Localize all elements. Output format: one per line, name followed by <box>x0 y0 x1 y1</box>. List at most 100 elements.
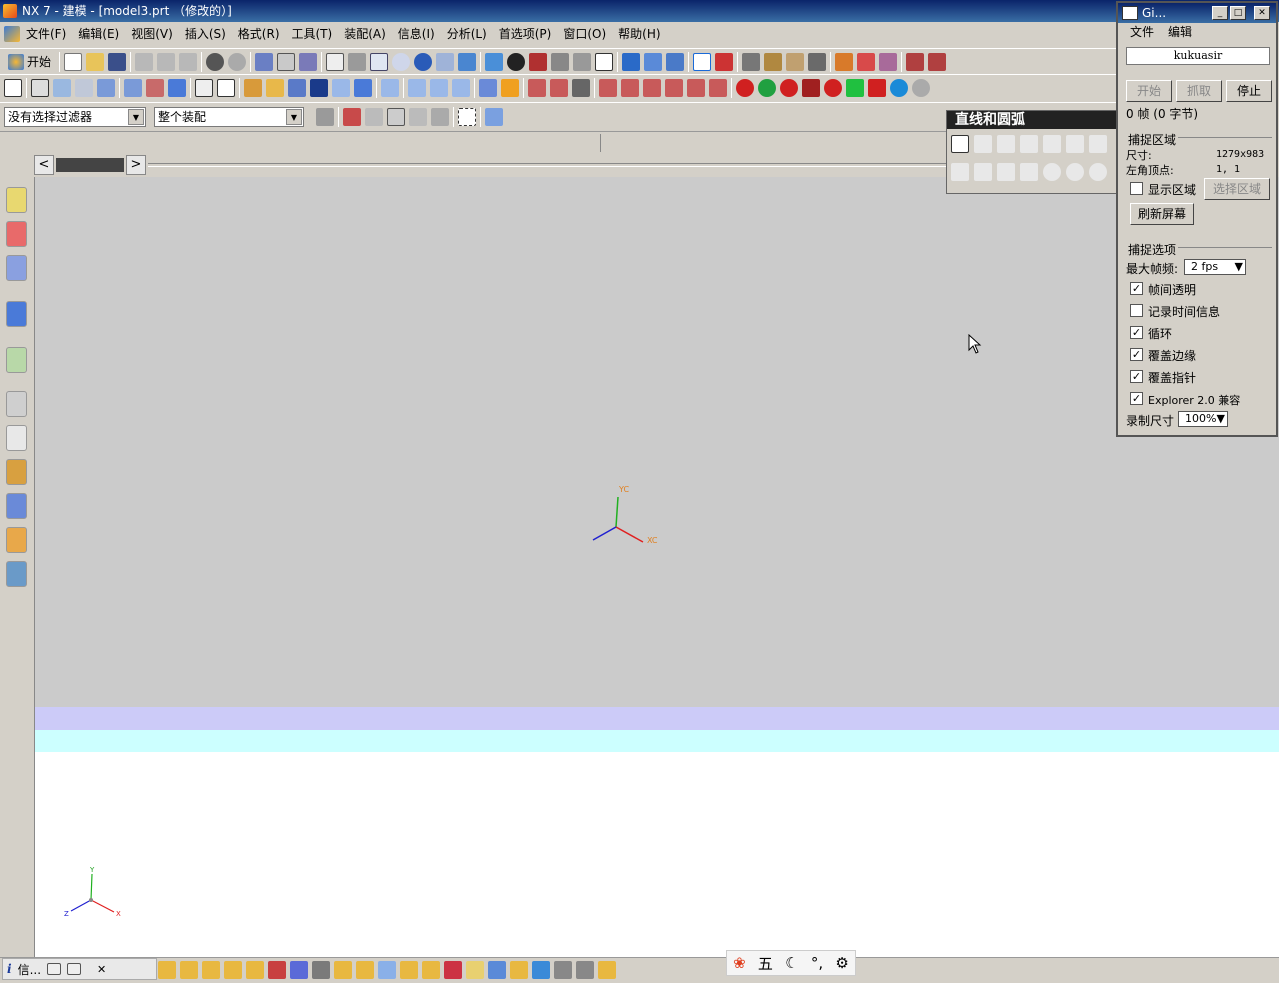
gif-stop-button[interactable]: 停止 <box>1226 80 1272 102</box>
line-parallel-icon[interactable] <box>1020 135 1038 153</box>
lighting-icon[interactable] <box>507 52 526 71</box>
rotate-icon[interactable] <box>414 52 433 71</box>
color-red-icon[interactable] <box>736 78 754 97</box>
measure-angle-icon[interactable] <box>786 52 805 71</box>
offset-curve-icon[interactable] <box>643 78 661 97</box>
selection-filter-dropdown[interactable]: 没有选择过滤器 ▼ <box>4 106 146 127</box>
loop-checkbox[interactable]: ✓ <box>1130 326 1143 339</box>
tool-10-icon[interactable] <box>356 961 374 979</box>
zoom-window-icon[interactable] <box>348 52 367 71</box>
settings-gear-icon[interactable]: ⚙ <box>835 954 848 972</box>
undo-icon[interactable] <box>206 52 225 71</box>
wcs-orient-icon[interactable] <box>644 52 663 71</box>
part-navigator-icon[interactable] <box>6 255 27 281</box>
tool-4-icon[interactable] <box>224 961 242 979</box>
roles-icon[interactable] <box>6 527 27 553</box>
paw-icon[interactable]: ❀ <box>733 954 746 972</box>
tool-13-icon[interactable] <box>422 961 440 979</box>
circle-icon[interactable] <box>1043 163 1061 181</box>
maximize-icon[interactable] <box>67 963 82 975</box>
menu-window[interactable]: 窗口(O) <box>557 22 612 46</box>
select-icon[interactable] <box>299 52 318 71</box>
redo-icon[interactable] <box>228 52 247 71</box>
tool-8-icon[interactable] <box>312 961 330 979</box>
save-icon[interactable] <box>108 52 127 71</box>
surface-3-icon[interactable] <box>452 78 470 97</box>
history-icon[interactable] <box>6 391 27 417</box>
line-angle-icon[interactable] <box>1020 163 1038 181</box>
menu-analysis[interactable]: 分析(L) <box>441 22 493 46</box>
tool-15-icon[interactable] <box>466 961 484 979</box>
tool-7-icon[interactable] <box>290 961 308 979</box>
surface-2-icon[interactable] <box>430 78 448 97</box>
show-area-checkbox[interactable] <box>1130 182 1143 195</box>
gear-shape-icon[interactable] <box>912 78 930 97</box>
web-browser-icon[interactable] <box>6 347 27 373</box>
tool-20-icon[interactable] <box>576 961 594 979</box>
shaded-view-icon[interactable] <box>485 52 504 71</box>
pan-icon[interactable] <box>436 52 455 71</box>
tool-14-icon[interactable] <box>444 961 462 979</box>
thicken-icon[interactable] <box>501 78 519 97</box>
tool-3-icon[interactable] <box>202 961 220 979</box>
general-selection-icon[interactable] <box>316 107 334 126</box>
draft-icon[interactable] <box>310 78 328 97</box>
curve-icon[interactable] <box>528 78 546 97</box>
select-edges-icon[interactable] <box>431 107 449 126</box>
surface-1-icon[interactable] <box>408 78 426 97</box>
menu-information[interactable]: 信息(I) <box>392 22 441 46</box>
record-size-dropdown[interactable]: 100% ▼ <box>1178 411 1228 427</box>
scope-dropdown[interactable]: 整个装配 ▼ <box>154 106 304 127</box>
select-body-icon[interactable] <box>485 107 503 126</box>
start-button[interactable]: 开始 <box>4 53 55 70</box>
tool-11-icon[interactable] <box>378 961 396 979</box>
gif-filename-field[interactable]: kukuasir <box>1126 47 1270 65</box>
line-perpendicular-icon[interactable] <box>1043 135 1061 153</box>
line-corner-icon[interactable] <box>997 163 1015 181</box>
menu-assembly[interactable]: 装配(A) <box>338 22 392 46</box>
scroll-thumb[interactable] <box>56 158 124 172</box>
revolve-icon[interactable] <box>75 78 93 97</box>
arc-3pt-icon[interactable] <box>974 163 992 181</box>
menu-edit[interactable]: 编辑(E) <box>72 22 125 46</box>
associative-lock-icon[interactable] <box>951 135 969 153</box>
magnify-icon[interactable] <box>392 52 411 71</box>
scroll-right-icon[interactable]: > <box>126 155 146 175</box>
graphics-viewport[interactable]: YC XC <box>35 177 1279 707</box>
edit-object-icon[interactable] <box>255 52 274 71</box>
offset-face-icon[interactable] <box>332 78 350 97</box>
shell-icon[interactable] <box>288 78 306 97</box>
menu-tools[interactable]: 工具(T) <box>286 22 339 46</box>
gif-menu-file[interactable]: 文件 <box>1130 23 1154 41</box>
snap-point-filter-icon[interactable] <box>343 107 361 126</box>
helix-icon[interactable] <box>709 78 727 97</box>
wcs-icon[interactable] <box>622 52 641 71</box>
composite-curve-icon[interactable] <box>687 78 705 97</box>
circle-center-icon[interactable] <box>1066 163 1084 181</box>
edge-blend-icon[interactable] <box>244 78 262 97</box>
sketch-icon[interactable] <box>4 78 22 97</box>
sew-icon[interactable] <box>479 78 497 97</box>
fit-view-icon[interactable] <box>326 52 345 71</box>
line-tangent-icon[interactable] <box>1066 135 1084 153</box>
cover-edges-checkbox[interactable]: ✓ <box>1130 348 1143 361</box>
extend-icon[interactable] <box>928 52 947 71</box>
layout-icon[interactable] <box>277 52 296 71</box>
rendering-style-icon[interactable] <box>551 52 570 71</box>
line-point-point-icon[interactable] <box>997 135 1015 153</box>
restore-icon[interactable] <box>47 963 62 975</box>
cone-icon[interactable] <box>824 78 842 97</box>
menu-help[interactable]: 帮助(H) <box>612 22 666 46</box>
add-component-icon[interactable] <box>857 52 876 71</box>
tool-18-icon[interactable] <box>532 961 550 979</box>
line-tangent-tangent-icon[interactable] <box>1089 135 1107 153</box>
close-icon[interactable]: ✕ <box>97 963 106 976</box>
constraint-navigator-icon[interactable] <box>6 221 27 247</box>
tool-2-icon[interactable] <box>180 961 198 979</box>
color-green-icon[interactable] <box>758 78 776 97</box>
color-red2-icon[interactable] <box>780 78 798 97</box>
info-window-tab[interactable]: i 信... ✕ <box>2 958 157 980</box>
assembly-navigator-icon[interactable] <box>6 187 27 213</box>
project-curve-icon[interactable] <box>599 78 617 97</box>
tool-6-icon[interactable] <box>268 961 286 979</box>
